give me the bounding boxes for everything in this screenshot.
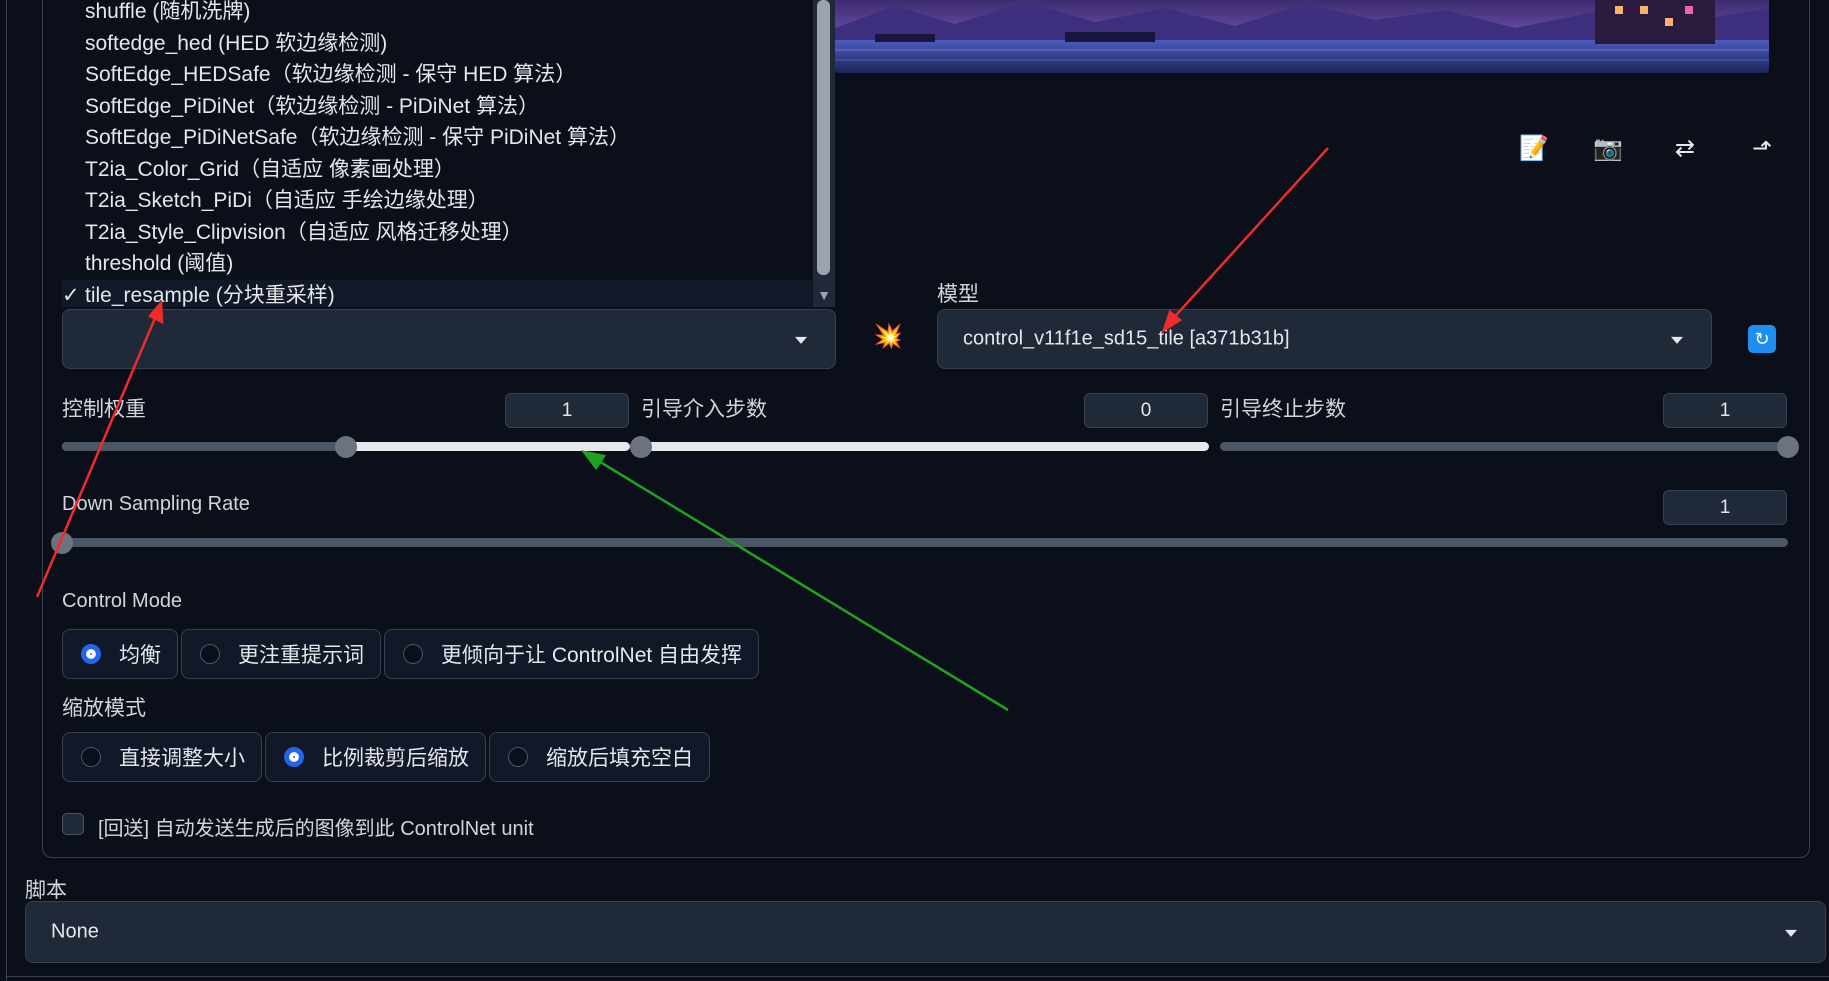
chevron-down-icon	[1671, 336, 1683, 344]
script-label: 脚本	[25, 879, 67, 902]
ending-step-label: 引导终止步数	[1220, 398, 1346, 421]
loopback-checkbox[interactable]	[62, 813, 84, 835]
down-sampling-label: Down Sampling Rate	[62, 493, 250, 515]
dropdown-option[interactable]: T2ia_Style_Clipvision（自适应 风格迁移处理）	[62, 217, 835, 249]
chevron-down-icon	[1785, 929, 1797, 937]
refresh-icon[interactable]: ↻	[1748, 325, 1776, 353]
dropdown-option[interactable]: threshold (阈值)	[62, 248, 835, 280]
preprocessor-select[interactable]	[62, 309, 836, 369]
control-weight-slider-thumb[interactable]	[335, 436, 357, 458]
resize-mode-just-resize-radio[interactable]: 直接调整大小	[62, 732, 262, 782]
control-mode-controlnet-radio[interactable]: 更倾向于让 ControlNet 自由发挥	[384, 629, 760, 679]
dropdown-option[interactable]: T2ia_Color_Grid（自适应 像素画处理）	[62, 154, 835, 186]
dropdown-scroll-thumb[interactable]	[817, 0, 830, 275]
script-select[interactable]: None	[25, 901, 1826, 963]
radio-indicator	[284, 747, 304, 767]
down-sampling-input[interactable]: 1	[1663, 490, 1787, 525]
starting-step-label: 引导介入步数	[641, 398, 767, 421]
explosion-icon[interactable]: 💥	[873, 322, 903, 351]
send-dimensions-icon[interactable]: ⬏	[1742, 128, 1782, 168]
dropdown-option[interactable]: shuffle (随机洗牌)	[62, 0, 835, 28]
radio-indicator	[81, 747, 101, 767]
starting-step-input[interactable]: 0	[1084, 393, 1208, 428]
ending-step-input[interactable]: 1	[1663, 393, 1787, 428]
dropdown-option[interactable]: SoftEdge_PiDiNetSafe（软边缘检测 - 保守 PiDiNet …	[62, 122, 835, 154]
control-weight-input[interactable]: 1	[505, 393, 629, 428]
camera-icon[interactable]: 📷	[1588, 128, 1628, 168]
model-select-value: control_v11f1e_sd15_tile [a371b31b]	[963, 327, 1290, 350]
model-label: 模型	[937, 283, 979, 306]
radio-indicator	[508, 747, 528, 767]
resize-mode-fill-radio[interactable]: 缩放后填充空白	[489, 732, 710, 782]
resize-mode-radio-group: 直接调整大小 比例裁剪后缩放 缩放后填充空白	[62, 732, 713, 782]
control-weight-slider-fill	[62, 442, 346, 451]
script-select-value: None	[51, 920, 99, 943]
swap-icon[interactable]: ⇄	[1665, 128, 1705, 168]
starting-step-slider-track[interactable]	[641, 442, 1209, 451]
down-sampling-slider-thumb[interactable]	[51, 532, 73, 554]
control-mode-balanced-radio[interactable]: 均衡	[62, 629, 178, 679]
radio-indicator	[200, 644, 220, 664]
scroll-down-arrow-icon[interactable]: ▼	[815, 287, 833, 305]
chevron-down-icon	[795, 336, 807, 344]
down-sampling-slider-track[interactable]	[62, 538, 1788, 547]
outer-border-bottom	[6, 976, 1829, 977]
control-weight-label: 控制权重	[62, 398, 146, 421]
model-select[interactable]: control_v11f1e_sd15_tile [a371b31b]	[937, 309, 1712, 369]
ending-step-slider-track[interactable]	[1220, 442, 1788, 451]
landscape-illustration	[835, 0, 1769, 73]
resize-mode-crop-resize-radio[interactable]: 比例裁剪后缩放	[265, 732, 486, 782]
control-mode-prompt-radio[interactable]: 更注重提示词	[181, 629, 381, 679]
preprocessor-dropdown-list[interactable]: shuffle (随机洗牌) softedge_hed (HED 软边缘检测) …	[62, 0, 835, 307]
dropdown-option[interactable]: T2ia_Sketch_PiDi（自适应 手绘边缘处理）	[62, 185, 835, 217]
starting-step-slider-thumb[interactable]	[630, 436, 652, 458]
checkmark-icon: ✓	[62, 283, 80, 307]
radio-indicator	[81, 644, 101, 664]
preview-image	[835, 0, 1769, 73]
radio-indicator	[403, 644, 423, 664]
dropdown-option[interactable]: SoftEdge_PiDiNet（软边缘检测 - PiDiNet 算法）	[62, 91, 835, 123]
dropdown-option-selected[interactable]: ✓ tile_resample (分块重采样)	[62, 279, 835, 307]
dropdown-option[interactable]: softedge_hed (HED 软边缘检测)	[62, 28, 835, 60]
loopback-label: [回送] 自动发送生成后的图像到此 ControlNet unit	[98, 818, 534, 840]
control-mode-radio-group: 均衡 更注重提示词 更倾向于让 ControlNet 自由发挥	[62, 629, 762, 679]
resize-mode-label: 缩放模式	[62, 697, 146, 720]
dropdown-option[interactable]: SoftEdge_HEDSafe（软边缘检测 - 保守 HED 算法）	[62, 59, 835, 91]
edit-icon[interactable]: 📝	[1514, 128, 1554, 168]
control-mode-label: Control Mode	[62, 590, 183, 612]
ending-step-slider-thumb[interactable]	[1777, 436, 1799, 458]
outer-border-left	[6, 0, 7, 981]
